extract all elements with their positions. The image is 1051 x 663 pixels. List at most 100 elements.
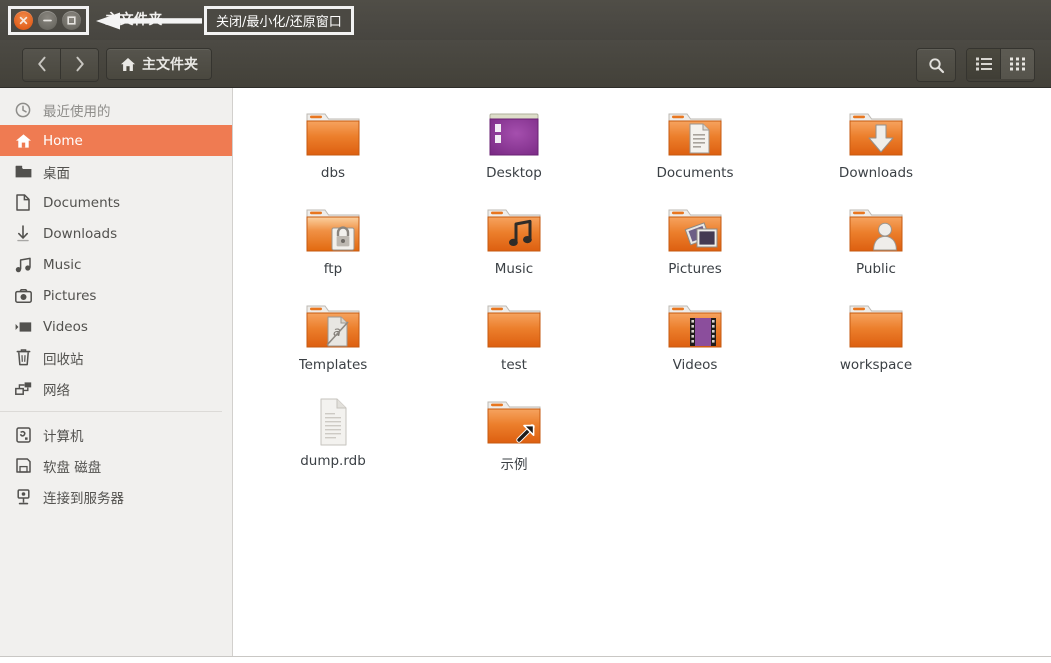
sidebar-item-label: 桌面 [43, 165, 70, 182]
music-icon [14, 256, 32, 274]
file-name: Downloads [838, 165, 914, 181]
maximize-icon [67, 16, 76, 25]
list-view-button[interactable] [967, 49, 1000, 79]
sidebar-item-label: 计算机 [43, 428, 84, 445]
home-icon [121, 57, 135, 71]
sidebar-item-trash[interactable]: 回收站 [0, 342, 232, 373]
file-item[interactable]: Documents [620, 98, 770, 181]
sidebar-item-network[interactable]: 网络 [0, 373, 232, 404]
file-name: 示例 [500, 457, 528, 473]
folder-plain-icon [485, 290, 543, 352]
sidebar-item-home[interactable]: Home [0, 125, 232, 156]
sidebar-item-label: 回收站 [43, 351, 84, 368]
sidebar-item-label: 软盘 磁盘 [43, 459, 102, 476]
file-name: Documents [656, 165, 734, 181]
window-controls [14, 11, 81, 30]
file-manager-window: 主文件夹 关闭/最小化/还原窗口 主文件夹 最近使用的 Home 桌面 Docu… [0, 0, 1051, 663]
computer-icon [14, 426, 32, 444]
file-name: dbs [320, 165, 346, 181]
file-name: Templates [298, 357, 368, 373]
file-list-area[interactable]: dbs Desktop Documents Downloads ftp Musi… [234, 88, 1051, 656]
file-item[interactable]: Music [439, 194, 589, 277]
folder-icon [14, 163, 32, 181]
title-bar: 主文件夹 [0, 0, 1051, 40]
close-icon [19, 16, 28, 25]
sidebar-item-documents[interactable]: Documents [0, 187, 232, 218]
back-button[interactable] [23, 49, 60, 79]
sidebar-item-downloads[interactable]: Downloads [0, 218, 232, 249]
file-name: test [501, 357, 527, 373]
trash-icon [14, 349, 32, 367]
folder-locked-icon [304, 194, 362, 256]
sidebar-item-label: Downloads [43, 225, 118, 242]
folder-templates-icon: a [304, 290, 362, 352]
search-button[interactable] [916, 48, 956, 82]
folder-public-icon [847, 194, 905, 256]
file-item[interactable]: dbs [258, 98, 408, 181]
minimize-icon [43, 19, 52, 22]
connect-server-icon [14, 488, 32, 506]
document-icon [14, 194, 32, 212]
sidebar-item-videos[interactable]: Videos [0, 311, 232, 342]
file-item[interactable]: Public [801, 194, 951, 277]
chevron-left-icon [37, 56, 46, 72]
view-mode-group [966, 48, 1035, 82]
maximize-button[interactable] [62, 11, 81, 30]
file-document-icon [304, 386, 362, 448]
file-item[interactable]: Downloads [801, 98, 951, 181]
file-item[interactable]: a Templates [258, 290, 408, 373]
file-name: Videos [672, 357, 718, 373]
network-icon [14, 380, 32, 398]
sidebar-item-connect-server[interactable]: 连接到服务器 [0, 481, 232, 512]
file-item[interactable]: workspace [801, 290, 951, 373]
file-item[interactable]: Videos [620, 290, 770, 373]
file-item[interactable]: 示例 [439, 386, 589, 473]
file-item[interactable]: test [439, 290, 589, 373]
grid-view-button[interactable] [1000, 49, 1034, 79]
minimize-button[interactable] [38, 11, 57, 30]
grid-view-icon [1010, 57, 1025, 71]
folder-pictures-icon [666, 194, 724, 256]
forward-button[interactable] [60, 49, 98, 79]
sidebar-item-computer[interactable]: 计算机 [0, 419, 232, 450]
folder-music-icon [485, 194, 543, 256]
sidebar-item-desktop[interactable]: 桌面 [0, 156, 232, 187]
floppy-icon [14, 457, 32, 475]
sidebar-item-music[interactable]: Music [0, 249, 232, 280]
nav-button-group [22, 48, 99, 82]
video-icon [14, 318, 32, 336]
window-body: 最近使用的 Home 桌面 Documents Downloads Music … [0, 88, 1051, 656]
file-item[interactable]: ftp [258, 194, 408, 277]
sidebar: 最近使用的 Home 桌面 Documents Downloads Music … [0, 88, 233, 656]
sidebar-item-label: 网络 [43, 382, 70, 399]
file-item[interactable]: dump.rdb [258, 386, 408, 469]
folder-downloads-icon [847, 98, 905, 160]
sidebar-item-label: 连接到服务器 [43, 490, 124, 507]
sidebar-item-pictures[interactable]: Pictures [0, 280, 232, 311]
toolbar: 主文件夹 [0, 40, 1051, 88]
sidebar-item-label: 最近使用的 [43, 103, 111, 120]
breadcrumb-label: 主文件夹 [142, 57, 198, 73]
sidebar-item-label: Documents [43, 194, 120, 211]
window-title: 主文件夹 [105, 12, 163, 28]
sidebar-item-label: Pictures [43, 287, 97, 304]
close-button[interactable] [14, 11, 33, 30]
sidebar-item-label: Videos [43, 318, 88, 335]
file-item[interactable]: Desktop [439, 98, 589, 181]
file-item[interactable]: Pictures [620, 194, 770, 277]
file-name: Music [494, 261, 534, 277]
folder-plain-icon [304, 98, 362, 160]
file-name: workspace [839, 357, 913, 373]
file-name: Desktop [486, 165, 542, 181]
window-bottom-edge [0, 656, 1051, 663]
folder-desktop-icon [485, 98, 543, 160]
folder-shortcut-icon [485, 386, 543, 448]
sidebar-separator [0, 411, 222, 412]
sidebar-item-recent[interactable]: 最近使用的 [0, 94, 232, 125]
folder-plain-icon [847, 290, 905, 352]
file-name: dump.rdb [300, 453, 366, 469]
file-name: Public [856, 261, 896, 277]
sidebar-item-floppy[interactable]: 软盘 磁盘 [0, 450, 232, 481]
breadcrumb-home-button[interactable]: 主文件夹 [106, 48, 212, 80]
list-view-icon [975, 57, 992, 71]
